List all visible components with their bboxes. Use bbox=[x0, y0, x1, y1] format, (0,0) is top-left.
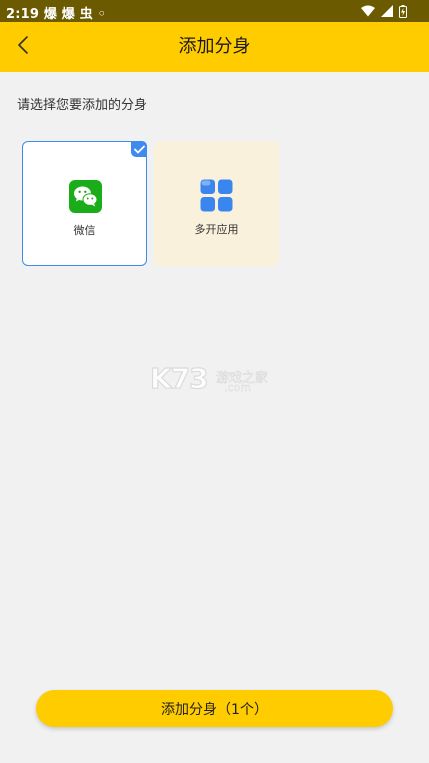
battery-icon bbox=[399, 4, 407, 18]
instruction-text: 请选择您要添加的分身 bbox=[17, 98, 148, 113]
cell-signal-icon bbox=[381, 5, 393, 17]
status-icons bbox=[361, 4, 407, 18]
app-bar: 添加分身 bbox=[0, 22, 429, 72]
add-clone-button[interactable]: 添加分身（1个） bbox=[36, 690, 393, 727]
app-card-wechat[interactable]: 微信 bbox=[22, 141, 147, 266]
page-title: 添加分身 bbox=[178, 36, 251, 57]
app-card-label: 微信 bbox=[73, 224, 96, 237]
watermark-logo: K73 游戏之家 .com bbox=[149, 361, 280, 398]
status-time: 2:19 爆 爆 虫 ◦ bbox=[6, 7, 107, 22]
wechat-icon bbox=[69, 180, 102, 213]
check-icon bbox=[131, 141, 147, 157]
wifi-icon bbox=[361, 5, 375, 17]
app-card-label: 多开应用 bbox=[194, 223, 239, 236]
app-card-multi-open[interactable]: 多开应用 bbox=[154, 141, 279, 266]
watermark-mark: K73 bbox=[149, 361, 209, 395]
grid-apps-icon bbox=[200, 179, 233, 212]
watermark-site-suffix: .com bbox=[224, 381, 251, 394]
status-bar: 2:19 爆 爆 虫 ◦ bbox=[0, 0, 429, 22]
